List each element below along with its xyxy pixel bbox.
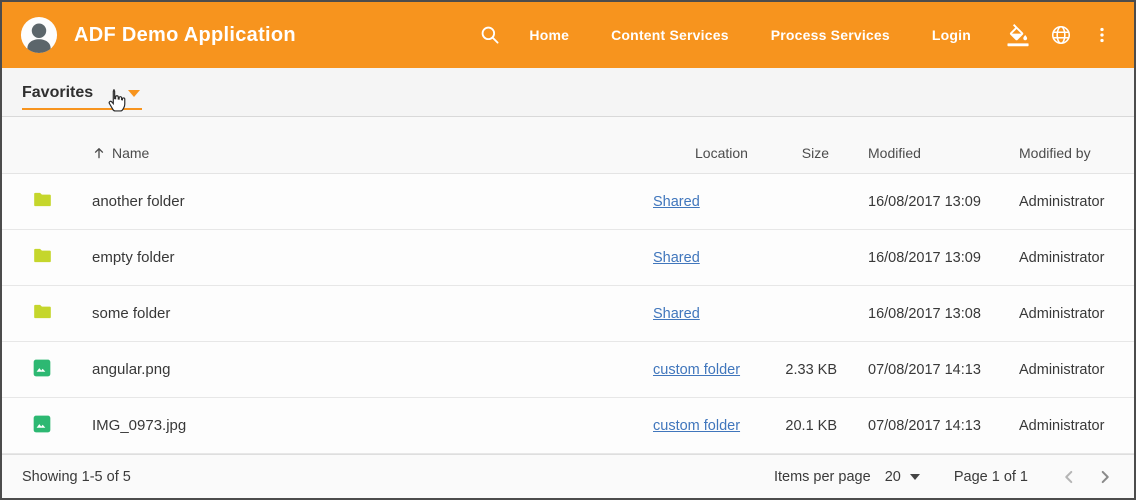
modified-by: Administrator [1004, 250, 1134, 266]
items-per-page-select[interactable]: 20 [885, 469, 920, 485]
modified-by: Administrator [1004, 418, 1134, 434]
table-row[interactable]: empty folder Shared 16/08/2017 13:09 Adm… [2, 230, 1134, 286]
nav-process-services[interactable]: Process Services [771, 27, 890, 43]
location-link[interactable]: Shared [653, 194, 700, 210]
folder-icon [32, 301, 53, 326]
modified-date: 07/08/2017 14:13 [844, 418, 1004, 434]
modified-date: 16/08/2017 13:08 [844, 306, 1004, 322]
language-globe-icon[interactable] [1050, 24, 1072, 46]
image-file-icon [32, 414, 52, 438]
table-row[interactable]: another folder Shared 16/08/2017 13:09 A… [2, 174, 1134, 230]
user-avatar-icon[interactable] [20, 16, 58, 54]
pager-controls: Items per page 20 Page 1 of 1 [774, 462, 1120, 492]
paginator: Showing 1-5 of 5 Items per page 20 Page … [2, 454, 1134, 498]
location-link[interactable]: Shared [653, 250, 700, 266]
app-window: ADF Demo Application Home Content Servic… [0, 0, 1136, 500]
chevron-down-icon [910, 474, 920, 480]
column-header-modified[interactable]: Modified [844, 145, 1004, 161]
view-switcher-bar: Favorites [2, 68, 1134, 117]
header-tool-icons [1007, 24, 1112, 47]
more-vert-icon[interactable] [1092, 25, 1112, 45]
page-indicator: Page 1 of 1 [954, 469, 1028, 485]
favorites-label: Favorites [22, 84, 93, 102]
main-nav: Home Content Services Process Services L… [529, 27, 971, 43]
file-name[interactable]: angular.png [72, 361, 642, 378]
showing-range-label: Showing 1-5 of 5 [22, 469, 131, 485]
file-name[interactable]: another folder [72, 193, 642, 210]
column-header-modified-by[interactable]: Modified by [1004, 145, 1134, 161]
file-name[interactable]: empty folder [72, 249, 642, 266]
modified-by: Administrator [1004, 362, 1134, 378]
items-per-page-label: Items per page [774, 469, 871, 485]
next-page-button[interactable] [1090, 462, 1120, 492]
app-header: ADF Demo Application Home Content Servic… [2, 2, 1134, 68]
table-body: another folder Shared 16/08/2017 13:09 A… [2, 174, 1134, 454]
chevron-down-icon [128, 90, 140, 97]
header-actions: Home Content Services Process Services L… [479, 24, 1112, 47]
nav-home[interactable]: Home [529, 27, 569, 43]
location-link[interactable]: custom folder [653, 362, 740, 378]
folder-icon [32, 189, 53, 214]
location-link[interactable]: custom folder [653, 418, 740, 434]
table-row[interactable]: some folder Shared 16/08/2017 13:08 Admi… [2, 286, 1134, 342]
location-link[interactable]: Shared [653, 306, 700, 322]
table-header: Name Location Size Modified Modified by [2, 117, 1134, 174]
modified-by: Administrator [1004, 306, 1134, 322]
table-row[interactable]: angular.png custom folder 2.33 KB 07/08/… [2, 342, 1134, 398]
favorites-dropdown[interactable]: Favorites [22, 78, 142, 110]
file-size: 2.33 KB [772, 362, 844, 378]
sort-ascending-icon [91, 145, 107, 161]
previous-page-button[interactable] [1054, 462, 1084, 492]
file-size: 20.1 KB [772, 418, 844, 434]
file-name[interactable]: some folder [72, 305, 642, 322]
theme-color-fill-icon[interactable] [1007, 24, 1030, 47]
table-row[interactable]: IMG_0973.jpg custom folder 20.1 KB 07/08… [2, 398, 1134, 454]
nav-login[interactable]: Login [932, 27, 971, 43]
search-icon[interactable] [479, 24, 501, 46]
column-header-name[interactable]: Name [72, 145, 642, 161]
modified-by: Administrator [1004, 194, 1134, 210]
modified-date: 07/08/2017 14:13 [844, 362, 1004, 378]
folder-icon [32, 245, 53, 270]
column-header-size[interactable]: Size [772, 145, 844, 161]
image-file-icon [32, 358, 52, 382]
file-name[interactable]: IMG_0973.jpg [72, 417, 642, 434]
column-header-location[interactable]: Location [642, 145, 772, 161]
nav-content-services[interactable]: Content Services [611, 27, 729, 43]
modified-date: 16/08/2017 13:09 [844, 250, 1004, 266]
app-title: ADF Demo Application [74, 24, 296, 47]
modified-date: 16/08/2017 13:09 [844, 194, 1004, 210]
